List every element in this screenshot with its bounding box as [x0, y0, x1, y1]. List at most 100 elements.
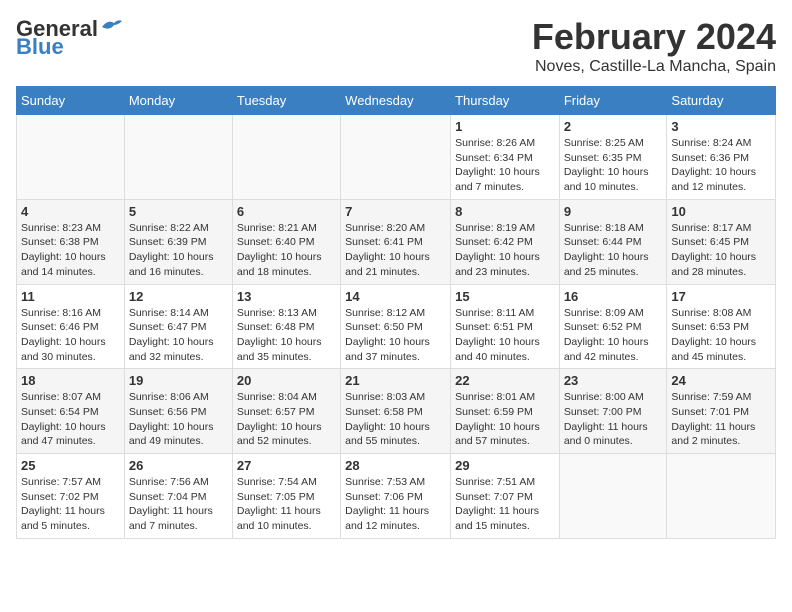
day-number: 22 [455, 373, 555, 388]
calendar-header-row: Sunday Monday Tuesday Wednesday Thursday… [17, 87, 776, 115]
table-row [232, 115, 340, 200]
table-row: 16 Sunrise: 8:09 AMSunset: 6:52 PMDayligh… [559, 284, 667, 369]
day-number: 24 [671, 373, 771, 388]
table-row: 15Sunrise: 8:11 AMSunset: 6:51 PMDayligh… [451, 284, 560, 369]
table-row [559, 454, 667, 539]
title-block: February 2024 Noves, Castille-La Mancha,… [532, 16, 776, 76]
table-row: 8 Sunrise: 8:19 AMSunset: 6:42 PMDaylight… [451, 199, 560, 284]
table-row: 28 Sunrise: 7:53 AMSunset: 7:06 PMDayligh… [341, 454, 451, 539]
calendar-week-row: 25Sunrise: 7:57 AMSunset: 7:02 PMDayligh… [17, 454, 776, 539]
day-number: 28 [345, 458, 446, 473]
day-info: Sunrise: 8:22 AMSunset: 6:39 PMDaylight:… [129, 221, 228, 280]
day-info: Sunrise: 8:16 AMSunset: 6:46 PMDaylight:… [21, 306, 120, 365]
day-info: Sunrise: 8:18 AMSunset: 6:44 PMDaylight:… [564, 221, 663, 280]
day-number: 16 [564, 289, 663, 304]
day-number: 3 [671, 119, 771, 134]
day-number: 2 [564, 119, 663, 134]
day-number: 17 [671, 289, 771, 304]
header-thursday: Thursday [451, 87, 560, 115]
header-tuesday: Tuesday [232, 87, 340, 115]
day-info: Sunrise: 8:19 AMSunset: 6:42 PMDaylight:… [455, 221, 555, 280]
day-info: Sunrise: 8:09 AMSunset: 6:52 PMDaylight:… [564, 306, 663, 365]
day-info: Sunrise: 8:23 AMSunset: 6:38 PMDaylight:… [21, 221, 120, 280]
day-number: 8 [455, 204, 555, 219]
day-number: 10 [671, 204, 771, 219]
header-saturday: Saturday [667, 87, 776, 115]
day-number: 11 [21, 289, 120, 304]
header-monday: Monday [124, 87, 232, 115]
day-info: Sunrise: 8:26 AMSunset: 6:34 PMDaylight:… [455, 136, 555, 195]
table-row: 25Sunrise: 7:57 AMSunset: 7:02 PMDayligh… [17, 454, 125, 539]
table-row: 2 Sunrise: 8:25 AMSunset: 6:35 PMDaylight… [559, 115, 667, 200]
day-number: 14 [345, 289, 446, 304]
day-info: Sunrise: 8:17 AMSunset: 6:45 PMDaylight:… [671, 221, 771, 280]
table-row: 5 Sunrise: 8:22 AMSunset: 6:39 PMDaylight… [124, 199, 232, 284]
day-info: Sunrise: 8:00 AMSunset: 7:00 PMDaylight:… [564, 390, 663, 449]
logo-bird-icon [100, 17, 124, 37]
calendar-table: Sunday Monday Tuesday Wednesday Thursday… [16, 86, 776, 539]
day-number: 4 [21, 204, 120, 219]
day-info: Sunrise: 8:12 AMSunset: 6:50 PMDaylight:… [345, 306, 446, 365]
table-row [341, 115, 451, 200]
table-row [667, 454, 776, 539]
day-info: Sunrise: 7:57 AMSunset: 7:02 PMDaylight:… [21, 475, 120, 534]
table-row: 9 Sunrise: 8:18 AMSunset: 6:44 PMDaylight… [559, 199, 667, 284]
day-info: Sunrise: 8:14 AMSunset: 6:47 PMDaylight:… [129, 306, 228, 365]
day-number: 9 [564, 204, 663, 219]
logo-blue: Blue [16, 34, 64, 60]
location-subtitle: Noves, Castille-La Mancha, Spain [532, 58, 776, 76]
table-row: 7Sunrise: 8:20 AMSunset: 6:41 PMDaylight… [341, 199, 451, 284]
day-number: 1 [455, 119, 555, 134]
table-row [124, 115, 232, 200]
day-info: Sunrise: 8:01 AMSunset: 6:59 PMDaylight:… [455, 390, 555, 449]
table-row: 1 Sunrise: 8:26 AMSunset: 6:34 PMDaylight… [451, 115, 560, 200]
day-number: 21 [345, 373, 446, 388]
day-info: Sunrise: 8:08 AMSunset: 6:53 PMDaylight:… [671, 306, 771, 365]
table-row: 4 Sunrise: 8:23 AMSunset: 6:38 PMDaylight… [17, 199, 125, 284]
calendar-week-row: 4 Sunrise: 8:23 AMSunset: 6:38 PMDaylight… [17, 199, 776, 284]
table-row: 27 Sunrise: 7:54 AMSunset: 7:05 PMDayligh… [232, 454, 340, 539]
day-info: Sunrise: 7:56 AMSunset: 7:04 PMDaylight:… [129, 475, 228, 534]
header-wednesday: Wednesday [341, 87, 451, 115]
table-row: 14 Sunrise: 8:12 AMSunset: 6:50 PMDayligh… [341, 284, 451, 369]
day-info: Sunrise: 8:04 AMSunset: 6:57 PMDaylight:… [237, 390, 336, 449]
calendar-week-row: 1 Sunrise: 8:26 AMSunset: 6:34 PMDaylight… [17, 115, 776, 200]
table-row: 21 Sunrise: 8:03 AMSunset: 6:58 PMDayligh… [341, 369, 451, 454]
day-number: 19 [129, 373, 228, 388]
header-friday: Friday [559, 87, 667, 115]
table-row [17, 115, 125, 200]
day-info: Sunrise: 7:54 AMSunset: 7:05 PMDaylight:… [237, 475, 336, 534]
calendar-week-row: 11 Sunrise: 8:16 AMSunset: 6:46 PMDayligh… [17, 284, 776, 369]
day-info: Sunrise: 8:20 AMSunset: 6:41 PMDaylight:… [345, 221, 446, 280]
day-number: 12 [129, 289, 228, 304]
day-info: Sunrise: 8:07 AMSunset: 6:54 PMDaylight:… [21, 390, 120, 449]
table-row: 13 Sunrise: 8:13 AMSunset: 6:48 PMDayligh… [232, 284, 340, 369]
table-row: 10 Sunrise: 8:17 AMSunset: 6:45 PMDayligh… [667, 199, 776, 284]
day-info: Sunrise: 8:25 AMSunset: 6:35 PMDaylight:… [564, 136, 663, 195]
page-title: February 2024 [532, 16, 776, 58]
table-row: 20 Sunrise: 8:04 AMSunset: 6:57 PMDayligh… [232, 369, 340, 454]
day-info: Sunrise: 8:24 AMSunset: 6:36 PMDaylight:… [671, 136, 771, 195]
day-number: 5 [129, 204, 228, 219]
calendar-week-row: 18 Sunrise: 8:07 AMSunset: 6:54 PMDayligh… [17, 369, 776, 454]
table-row: 29Sunrise: 7:51 AMSunset: 7:07 PMDayligh… [451, 454, 560, 539]
day-info: Sunrise: 7:53 AMSunset: 7:06 PMDaylight:… [345, 475, 446, 534]
day-info: Sunrise: 8:03 AMSunset: 6:58 PMDaylight:… [345, 390, 446, 449]
day-info: Sunrise: 8:13 AMSunset: 6:48 PMDaylight:… [237, 306, 336, 365]
day-number: 18 [21, 373, 120, 388]
table-row: 3 Sunrise: 8:24 AMSunset: 6:36 PMDaylight… [667, 115, 776, 200]
day-info: Sunrise: 7:51 AMSunset: 7:07 PMDaylight:… [455, 475, 555, 534]
day-number: 26 [129, 458, 228, 473]
day-info: Sunrise: 8:21 AMSunset: 6:40 PMDaylight:… [237, 221, 336, 280]
table-row: 12 Sunrise: 8:14 AMSunset: 6:47 PMDayligh… [124, 284, 232, 369]
day-number: 15 [455, 289, 555, 304]
table-row: 11 Sunrise: 8:16 AMSunset: 6:46 PMDayligh… [17, 284, 125, 369]
table-row: 17 Sunrise: 8:08 AMSunset: 6:53 PMDayligh… [667, 284, 776, 369]
table-row: 19Sunrise: 8:06 AMSunset: 6:56 PMDayligh… [124, 369, 232, 454]
day-number: 27 [237, 458, 336, 473]
day-number: 23 [564, 373, 663, 388]
day-number: 20 [237, 373, 336, 388]
day-number: 13 [237, 289, 336, 304]
day-info: Sunrise: 7:59 AMSunset: 7:01 PMDaylight:… [671, 390, 771, 449]
table-row: 24 Sunrise: 7:59 AMSunset: 7:01 PMDayligh… [667, 369, 776, 454]
